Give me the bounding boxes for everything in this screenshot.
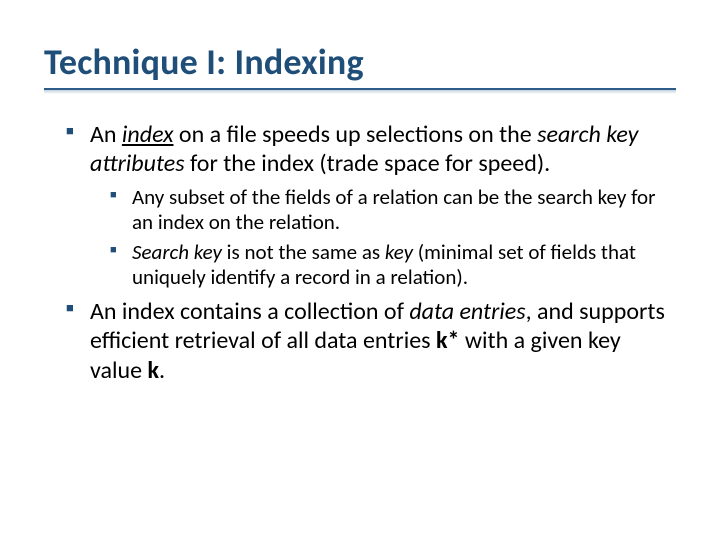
slide: Technique I: Indexing An index on a file… [0,0,720,540]
text: Any subset of the fields of a relation c… [132,184,655,236]
bullet-1: An index on a file speeds up selections … [66,120,676,291]
bullet-2: An index contains a collection of data e… [66,297,676,385]
text: An index contains a collection of [90,297,409,326]
term-index: index [122,120,174,149]
slide-title: Technique I: Indexing [44,40,676,84]
bullet-list: An index on a file speeds up selections … [44,120,676,385]
text: is not the same as [222,239,385,265]
title-underline [44,88,676,94]
term-data-entries: data entries [409,297,525,326]
kstar: k* [436,326,459,355]
sub-bullet-list: Any subset of the fields of a relation c… [90,185,676,291]
bullet-1b: Search key is not the same as key (minim… [110,240,676,291]
text: An [90,120,122,149]
k: k [147,356,159,385]
text: . [159,356,165,385]
text: for the index (trade space for speed). [185,149,551,178]
term-key: key [385,239,413,265]
term-search-key: Search key [132,239,222,265]
bullet-1a: Any subset of the fields of a relation c… [110,185,676,236]
text: on a file speeds up selections on the [173,120,537,149]
